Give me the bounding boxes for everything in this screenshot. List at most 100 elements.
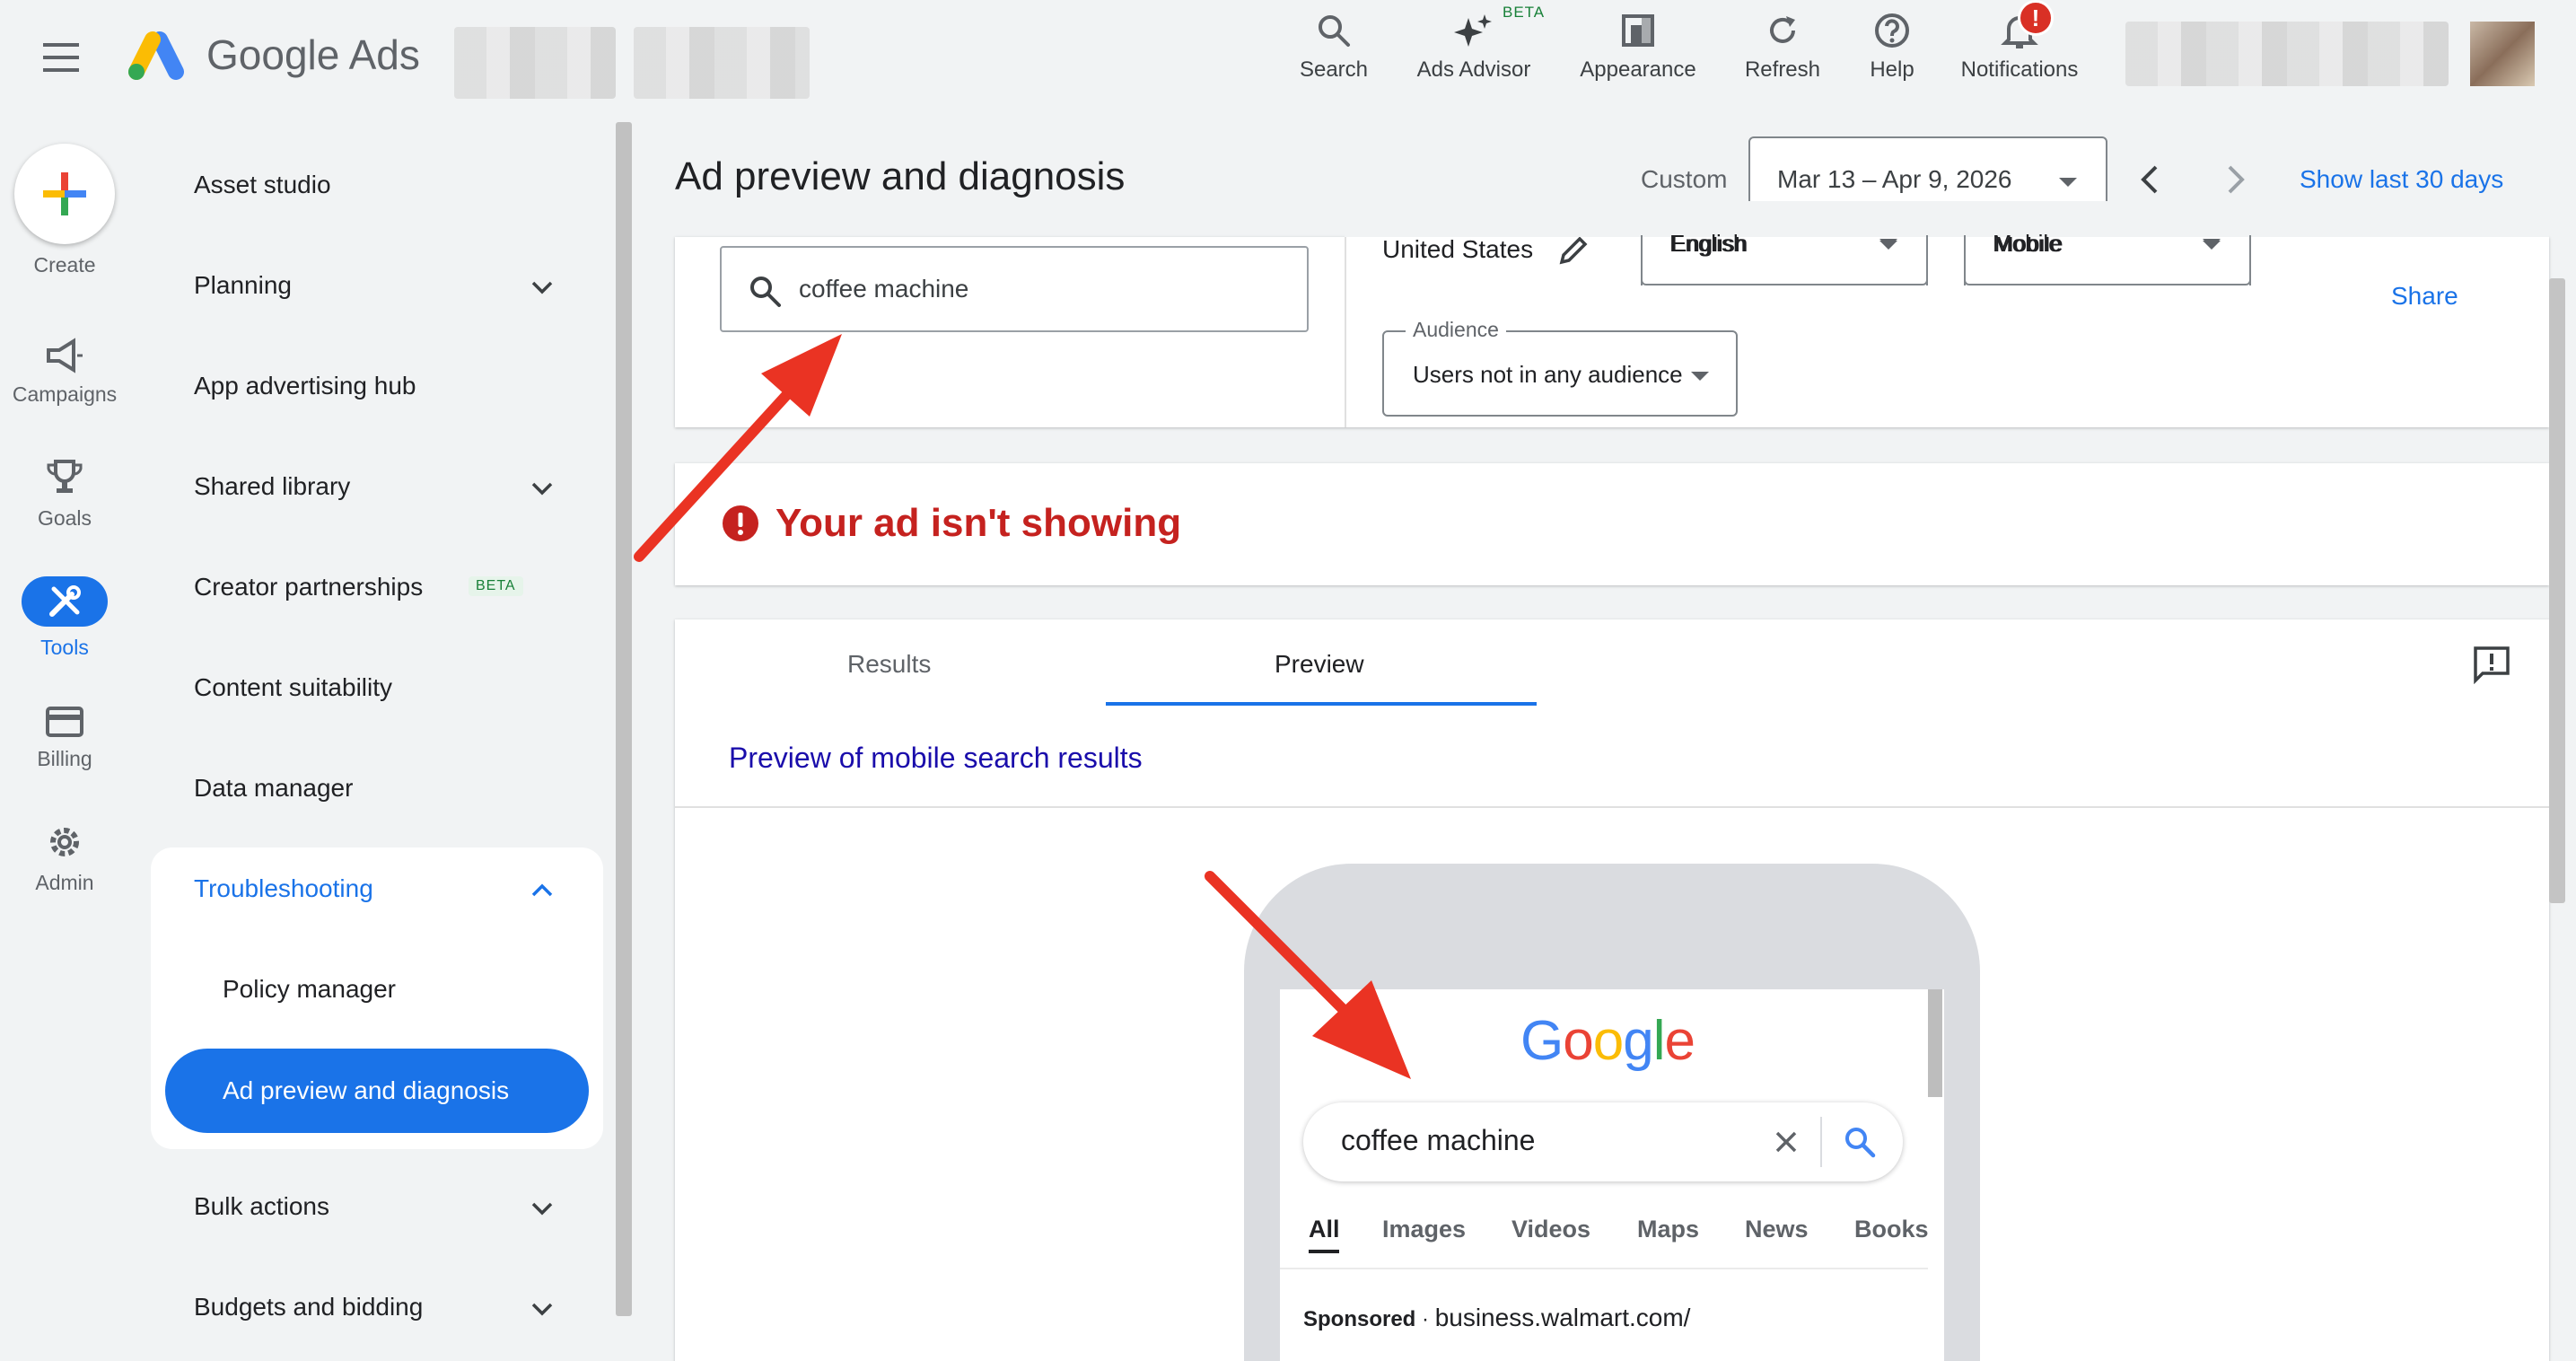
device-select-edge <box>1964 235 1966 285</box>
google-search-box[interactable]: coffee machine <box>1303 1102 1903 1181</box>
ad-url: business.walmart.com/ <box>1434 1304 1691 1331</box>
search-icon[interactable] <box>1842 1124 1878 1160</box>
creator-beta-badge: BETA <box>469 576 523 596</box>
gear-icon <box>50 828 79 856</box>
chevron-down-icon[interactable] <box>528 1194 556 1223</box>
sparkle-icon <box>1454 14 1492 47</box>
menu-budgets-bidding[interactable]: Budgets and bidding <box>194 1293 423 1321</box>
show-last-30-days-link[interactable]: Show last 30 days <box>2300 165 2503 194</box>
share-link[interactable]: Share <box>2391 282 2458 311</box>
main-scrollbar[interactable] <box>2549 278 2565 903</box>
rail-goals[interactable]: Goals <box>0 458 129 531</box>
topnav-ads-advisor[interactable]: Ads Advisor <box>1409 11 1538 97</box>
google-tab-books[interactable]: Books <box>1854 1216 1929 1243</box>
notification-alert-badge[interactable]: ! <box>2018 0 2054 36</box>
rail-create[interactable]: Create <box>0 144 129 277</box>
rail-billing[interactable]: Billing <box>0 706 129 771</box>
sponsored-label: Sponsored <box>1303 1307 1416 1331</box>
google-tab-images[interactable]: Images <box>1382 1216 1466 1243</box>
audience-label: Audience <box>1406 318 1506 342</box>
topnav-refresh-label: Refresh <box>1744 57 1821 82</box>
rail-campaigns[interactable]: Campaigns <box>0 338 129 407</box>
menu-content-suitability[interactable]: Content suitability <box>194 673 392 702</box>
language-visible-text: English <box>1669 230 1747 257</box>
rail-goals-label: Goals <box>37 506 92 530</box>
menu-policy-manager[interactable]: Policy manager <box>223 975 396 1004</box>
caret-down-icon <box>1879 239 1897 248</box>
rail-admin[interactable]: Admin <box>0 822 129 895</box>
menu-ad-preview-active[interactable]: Ad preview and diagnosis <box>165 1049 589 1133</box>
topnav-help[interactable]: Help <box>1854 11 1930 97</box>
tab-results[interactable]: Results <box>847 650 931 679</box>
topnav-search[interactable]: Search <box>1296 11 1371 97</box>
caret-down-icon <box>1691 372 1709 381</box>
side-menu-scrollbar[interactable] <box>616 122 632 1316</box>
google-search-query: coffee machine <box>1341 1124 1536 1156</box>
topnav-notifications-label: Notifications <box>1960 57 2079 82</box>
create-button[interactable] <box>14 144 115 244</box>
menu-creator-partnerships[interactable]: Creator partnerships <box>194 573 423 601</box>
close-icon[interactable] <box>1770 1126 1802 1158</box>
google-tab-all[interactable]: All <box>1309 1216 1340 1243</box>
avatar[interactable] <box>2470 22 2535 86</box>
menu-planning[interactable]: Planning <box>194 271 292 300</box>
search-query-field[interactable]: coffee machine <box>720 246 1309 332</box>
brand-title: Google Ads <box>206 31 420 78</box>
chevron-down-icon[interactable] <box>528 273 556 302</box>
menu-bulk-actions[interactable]: Bulk actions <box>194 1192 329 1221</box>
topnav-ads-advisor-label: Ads Advisor <box>1416 57 1531 82</box>
menu-icon[interactable] <box>43 41 86 74</box>
menu-data-manager[interactable]: Data manager <box>194 774 353 803</box>
topnav-refresh[interactable]: Refresh <box>1738 11 1827 97</box>
preview-heading: Preview of mobile search results <box>729 742 1143 774</box>
chevron-down-icon[interactable] <box>528 1295 556 1323</box>
location-value: United States <box>1382 235 1534 263</box>
search-query-value: coffee machine <box>799 275 969 303</box>
google-logo: Google <box>1520 1010 1695 1072</box>
menu-ad-preview-label: Ad preview and diagnosis <box>223 1076 510 1104</box>
menu-troubleshooting[interactable]: Troubleshooting <box>194 874 373 903</box>
search-box-divider <box>1820 1117 1822 1167</box>
chevron-right-icon[interactable] <box>2217 162 2253 198</box>
topnav-appearance-label: Appearance <box>1580 57 1696 82</box>
error-icon <box>723 505 758 541</box>
chevron-left-icon[interactable] <box>2133 162 2169 198</box>
ads-advisor-beta-badge: BETA <box>1503 4 1546 21</box>
credit-card-icon <box>46 707 83 737</box>
filter-divider <box>1345 237 1346 427</box>
google-tab-news[interactable]: News <box>1745 1216 1809 1243</box>
chevron-down-icon[interactable] <box>528 474 556 503</box>
google-tab-videos[interactable]: Videos <box>1511 1216 1590 1243</box>
menu-shared-library[interactable]: Shared library <box>194 472 350 501</box>
tools-active-pill[interactable] <box>22 576 108 627</box>
plus-icon <box>43 172 86 215</box>
refresh-icon <box>1770 16 1795 43</box>
chevron-up-icon[interactable] <box>528 876 556 905</box>
topnav-search-label: Search <box>1299 57 1369 82</box>
menu-app-advertising-hub[interactable]: App advertising hub <box>194 372 416 400</box>
audience-value: Users not in any audience <box>1413 361 1683 388</box>
date-range-type: Custom <box>1641 165 1728 193</box>
ad-status-message: Your ad isn't showing <box>775 501 1182 545</box>
device-visible-text: Mobile <box>1993 230 2062 257</box>
google-tab-maps[interactable]: Maps <box>1637 1216 1699 1243</box>
user-name-blurred <box>2125 22 2449 86</box>
sponsored-line[interactable]: Sponsored · business.walmart.com/ <box>1303 1304 1690 1332</box>
megaphone-icon <box>47 338 83 373</box>
account-id-blurred <box>634 27 810 99</box>
topnav-appearance[interactable]: Appearance <box>1573 11 1704 97</box>
audience-select[interactable]: Users not in any audience <box>1382 330 1738 417</box>
tab-preview[interactable]: Preview <box>1275 650 1364 679</box>
appearance-icon <box>1622 14 1654 47</box>
google-tabs-divider <box>1280 1268 1928 1269</box>
rail-tools[interactable]: Tools <box>0 576 129 660</box>
caret-down-icon <box>2059 178 2077 187</box>
help-icon <box>1875 13 1909 48</box>
google-ads-logo-icon[interactable] <box>126 31 185 83</box>
rail-create-label: Create <box>33 253 96 277</box>
account-name-blurred <box>454 27 616 99</box>
caret-down-icon <box>2203 239 2221 248</box>
feedback-icon[interactable] <box>2472 645 2511 684</box>
pencil-icon[interactable] <box>1555 233 1590 269</box>
menu-asset-studio[interactable]: Asset studio <box>194 171 331 199</box>
